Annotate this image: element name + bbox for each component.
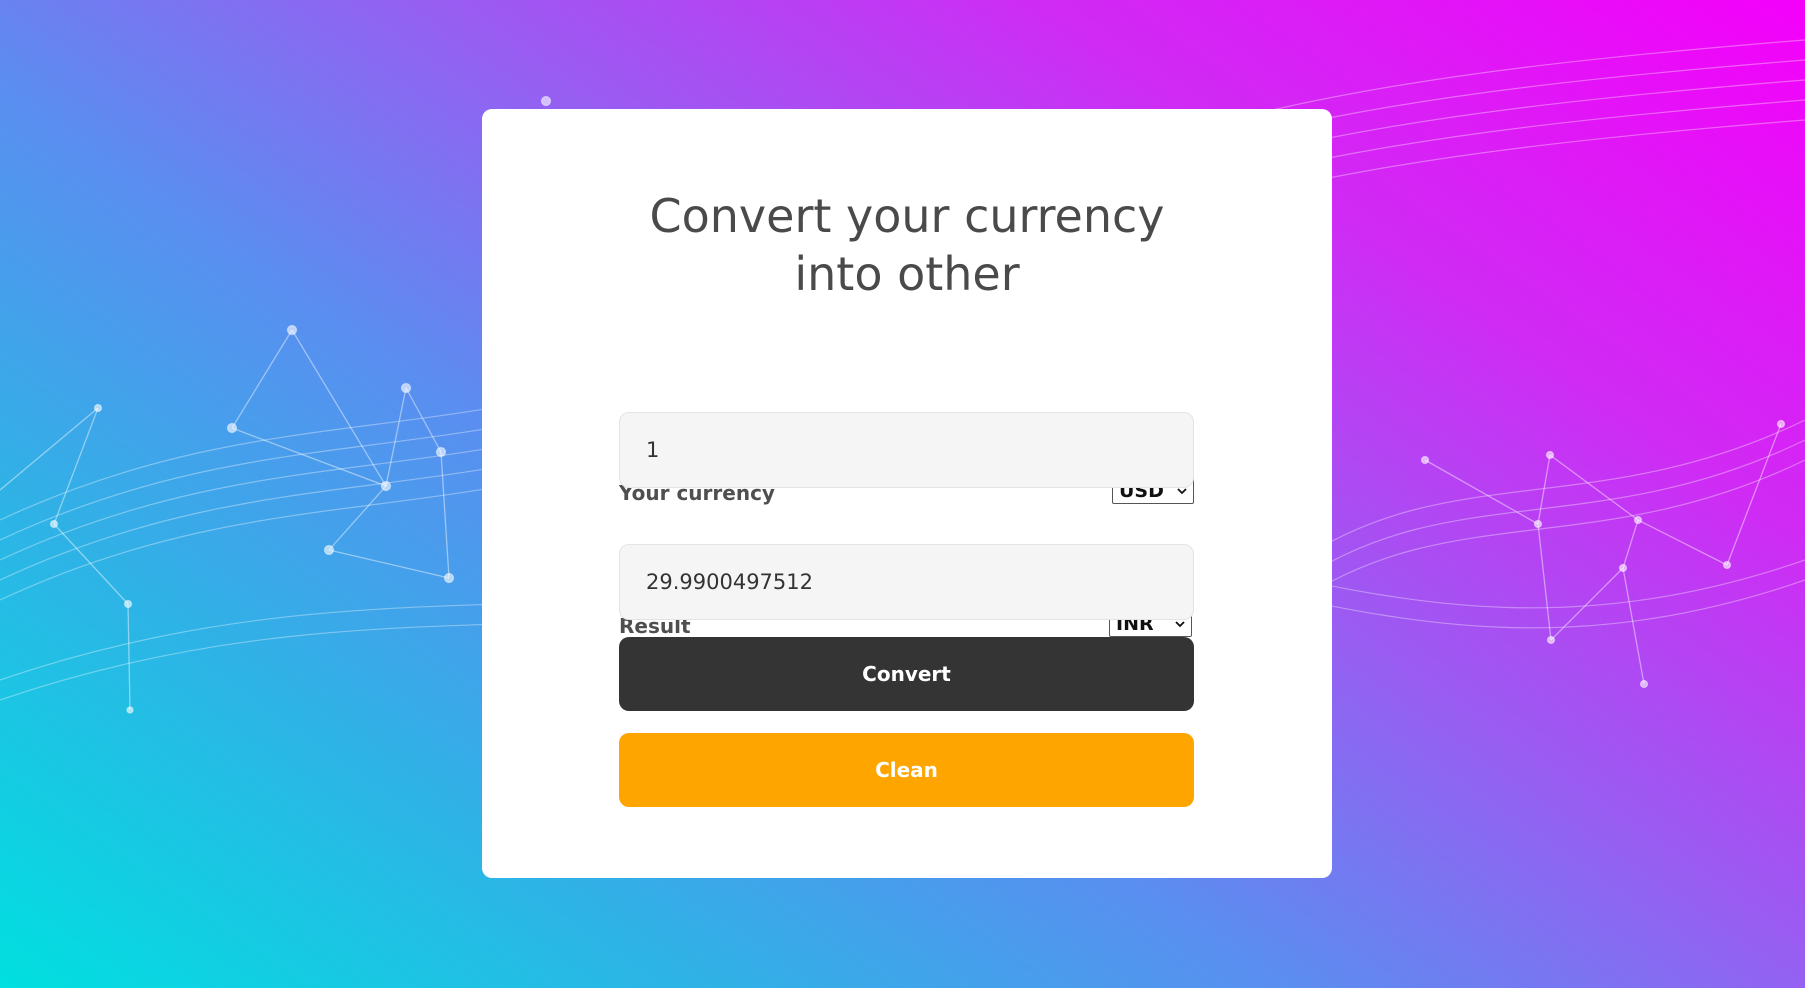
convert-button[interactable]: Convert <box>619 637 1194 711</box>
converter-card: Convert your currency into other Your cu… <box>482 109 1332 878</box>
clean-button[interactable]: Clean <box>619 733 1194 807</box>
page-title: Convert your currency into other <box>649 189 1165 301</box>
result-field[interactable]: 29.9900497512 <box>619 544 1194 620</box>
chevron-down-icon <box>1175 621 1185 628</box>
amount-input[interactable]: 1 <box>619 412 1194 488</box>
